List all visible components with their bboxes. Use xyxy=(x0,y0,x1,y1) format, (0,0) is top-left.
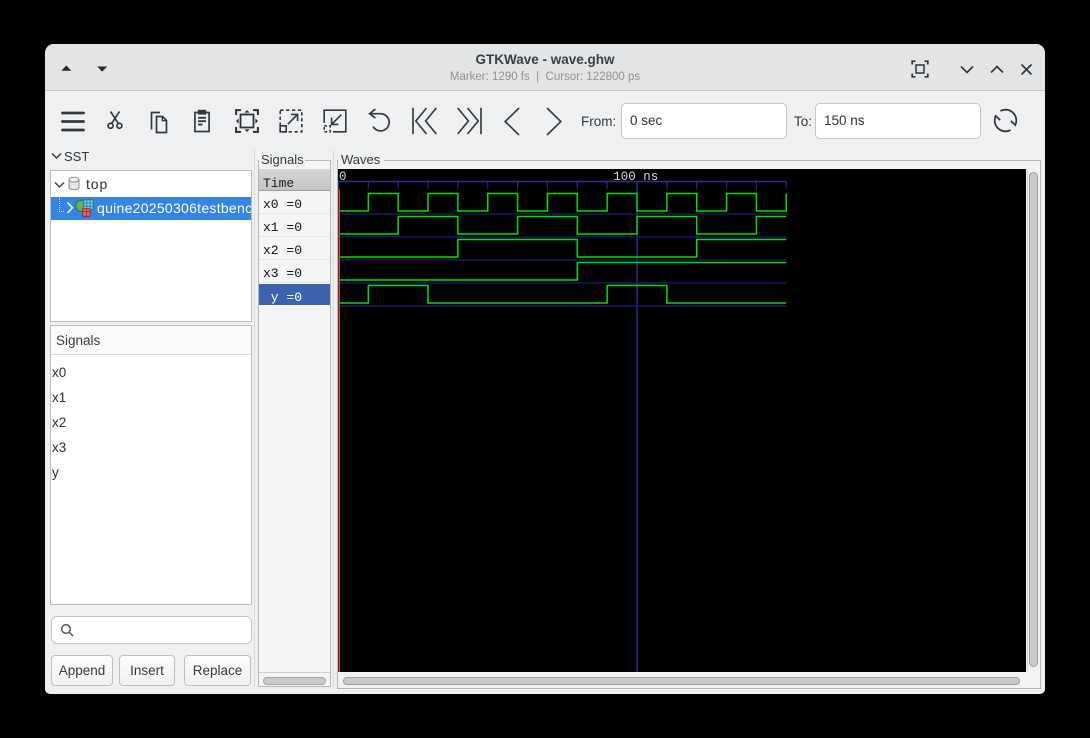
svg-text:0: 0 xyxy=(339,170,347,184)
svg-text:100 ns: 100 ns xyxy=(613,170,658,184)
